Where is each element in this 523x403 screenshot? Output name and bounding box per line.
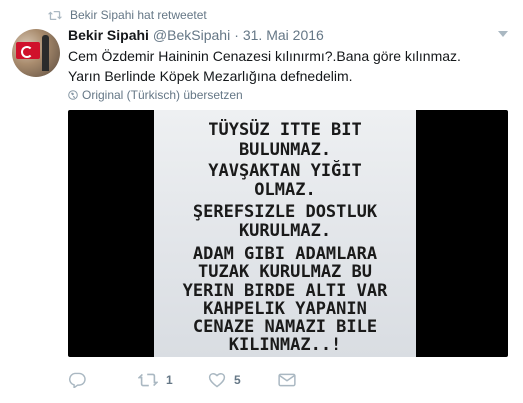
chevron-down-icon[interactable] bbox=[498, 31, 508, 37]
translate-link[interactable]: Original (Türkisch) übersetzen bbox=[68, 88, 243, 102]
avatar-tower bbox=[42, 35, 49, 71]
direct-message-button[interactable] bbox=[278, 373, 308, 387]
media-text-line: KURULMAZ. bbox=[238, 221, 332, 241]
reply-button[interactable] bbox=[68, 372, 138, 388]
retweet-context-text[interactable]: Bekir Sipahi hat retweetet bbox=[70, 8, 207, 22]
like-count: 5 bbox=[234, 373, 241, 387]
like-button[interactable]: 5 bbox=[208, 372, 278, 388]
media-text-line: YAVŞAKTAN YIĞIT bbox=[208, 161, 362, 181]
retweet-icon bbox=[47, 10, 63, 20]
envelope-icon bbox=[278, 373, 296, 387]
media-text-line: OLMAZ. bbox=[254, 180, 316, 200]
author-handle[interactable]: @BekSipahi bbox=[153, 27, 230, 43]
media-text-line: YERIN BIRDE ALTI VAR bbox=[182, 281, 388, 301]
media-text-line: ADAM GIBI ADAMLARA bbox=[192, 244, 378, 264]
retweet-icon bbox=[138, 373, 158, 387]
author-name[interactable]: Bekir Sipahi bbox=[68, 27, 149, 43]
heart-icon bbox=[208, 373, 226, 388]
reply-icon bbox=[68, 372, 86, 388]
translate-label[interactable]: Original (Türkisch) übersetzen bbox=[82, 88, 243, 102]
header-separator: · bbox=[234, 27, 239, 43]
media-paper: TÜYSÜZ ITTE BIT BULUNMAZ. YAVŞAKTAN YIĞI… bbox=[154, 110, 416, 357]
globe-icon bbox=[68, 90, 78, 100]
tweet-media-image[interactable]: TÜYSÜZ ITTE BIT BULUNMAZ. YAVŞAKTAN YIĞI… bbox=[68, 110, 508, 357]
retweet-count: 1 bbox=[166, 373, 173, 387]
retweet-button[interactable]: 1 bbox=[138, 372, 208, 388]
tweet-header: Bekir Sipahi @BekSipahi · 31. Mai 2016 bbox=[68, 27, 324, 43]
media-text-line: TÜYSÜZ ITTE BIT bbox=[208, 120, 362, 140]
avatar[interactable] bbox=[12, 29, 60, 77]
media-text-line: TUZAK KURULMAZ BU bbox=[198, 262, 372, 282]
retweet-context: Bekir Sipahi hat retweetet bbox=[47, 8, 207, 22]
tweet-text-line-2: Yarın Berlinde Köpek Mezarlığına defnede… bbox=[68, 68, 353, 84]
avatar-flag bbox=[16, 42, 40, 59]
tweet-date[interactable]: 31. Mai 2016 bbox=[243, 27, 324, 43]
media-text-line: KAHPELIK YAPANIN bbox=[203, 299, 367, 319]
tweet-text: Cem Özdemir Haininin Cenazesi kılınırmı?… bbox=[68, 46, 508, 86]
media-text-line: BULUNMAZ. bbox=[238, 140, 332, 160]
media-text-line: ŞEREFSIZLE DOSTLUK bbox=[192, 202, 378, 222]
media-text-line: KILINMAZ..! bbox=[228, 335, 342, 355]
tweet[interactable]: Bekir Sipahi hat retweetet Bekir Sipahi … bbox=[0, 0, 523, 403]
tweet-actions: 1 5 bbox=[68, 372, 308, 388]
media-text-line: CENAZE NAMAZI BILE bbox=[192, 317, 378, 337]
tweet-text-line-1: Cem Özdemir Haininin Cenazesi kılınırmı?… bbox=[68, 48, 461, 64]
